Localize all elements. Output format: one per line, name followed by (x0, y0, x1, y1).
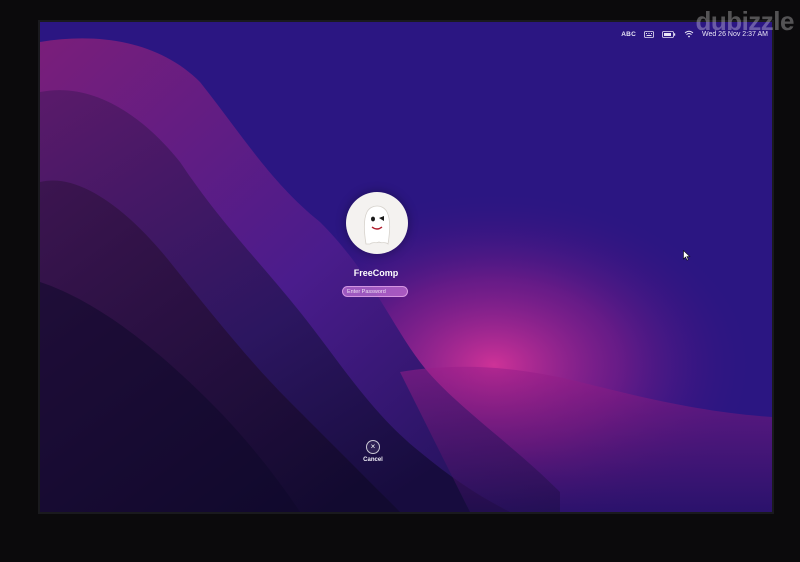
input-source-indicator[interactable]: ABC (621, 31, 636, 38)
user-name-label: FreeComp (353, 268, 399, 278)
cancel-label: Cancel (363, 457, 383, 463)
user-avatar[interactable] (346, 192, 408, 254)
wallpaper-image (40, 22, 772, 512)
battery-icon[interactable] (662, 30, 676, 38)
close-circle-icon[interactable]: × (366, 440, 380, 454)
wifi-icon[interactable] (684, 30, 694, 38)
login-screen: ABC Wed 26 Nov 2:37 AM FreeComp × Cancel (40, 22, 772, 512)
keyboard-icon[interactable] (644, 30, 654, 38)
watermark-logo: dubizzle (695, 6, 794, 36)
password-field[interactable] (342, 286, 408, 297)
cancel-button[interactable]: × Cancel (356, 440, 390, 470)
ghost-icon (363, 205, 391, 245)
mouse-pointer-icon (683, 250, 691, 261)
